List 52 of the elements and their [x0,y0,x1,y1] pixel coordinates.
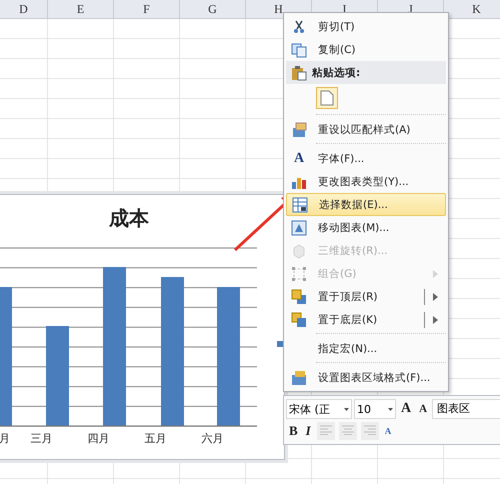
font-color-button[interactable]: A [382,422,394,440]
menu-item[interactable]: 置于顶层(R) [286,285,446,308]
menu-item[interactable]: 更改图表类型(Y)... [286,170,446,193]
select-data-icon [292,196,308,212]
font-size-dropdown[interactable]: 10 [354,399,396,419]
menu-item[interactable]: 置于底层(K) [286,308,446,331]
reset-style-icon [291,122,307,138]
italic-button[interactable]: I [302,422,314,440]
send-back-icon [291,312,307,328]
axis-label: 六月 [200,431,224,446]
align-center-icon [342,425,354,435]
axis-label: 四月 [86,431,110,446]
chart-element-field[interactable]: 图表区 [432,399,500,419]
submenu-arrow-icon [433,292,438,300]
shrink-font-button[interactable]: A [416,400,430,418]
move-chart-icon [291,220,307,236]
submenu-arrow-icon [433,316,438,324]
page-icon [320,90,334,106]
column-header[interactable]: E [48,0,114,18]
clipboard-icon [291,64,307,80]
copy-icon [291,42,307,58]
paste-option-button[interactable] [316,87,338,109]
cube-icon [291,242,307,258]
grow-font-button[interactable]: A [398,400,414,418]
menu-item[interactable]: 移动图表(M)... [286,216,446,239]
menu-item[interactable]: 剪切(T) [286,15,446,38]
font-icon: A [294,150,304,166]
chart-title: 成本 [108,205,150,231]
menu-item[interactable]: 指定宏(N)... [286,337,446,360]
axis-label: 五月 [144,431,168,446]
menu-item[interactable]: 复制(C) [286,38,446,61]
group-icon [291,266,307,282]
bring-front-icon [291,288,307,304]
menu-section-header: 粘贴选项: [312,66,360,80]
align-left-icon [320,425,332,435]
dropdown-caret-icon [388,408,393,410]
menu-item[interactable]: 设置图表区域格式(F)... [286,366,446,389]
column-header[interactable]: D [0,0,48,18]
column-header[interactable]: G [180,0,246,18]
menu-item[interactable]: A 字体(F)... [286,147,446,170]
column-header[interactable]: F [114,0,180,18]
align-right-icon [364,425,376,435]
axis-label: 三月 [30,431,54,446]
bold-button[interactable]: B [286,422,301,440]
submenu-arrow-icon [433,270,438,278]
menu-item[interactable]: 重设以匹配样式(A) [286,118,446,141]
format-icon [291,370,307,386]
font-name-dropdown[interactable]: 宋体 (正 [286,399,352,419]
menu-item[interactable]: 选择数据(E)... [286,193,446,216]
dropdown-caret-icon [344,408,349,410]
legend-marker [277,341,283,347]
scissors-icon [291,18,307,34]
